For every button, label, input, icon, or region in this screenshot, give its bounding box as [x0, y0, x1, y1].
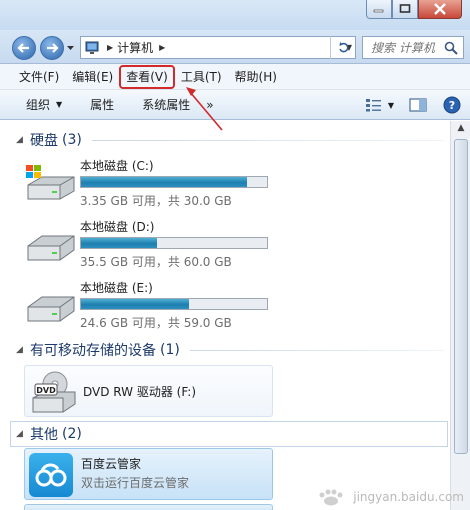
minimize-button[interactable]: [366, 0, 392, 19]
scroll-up-arrow-icon[interactable]: ▲: [454, 123, 468, 135]
refresh-button[interactable]: [330, 36, 356, 59]
computer-icon: [85, 41, 99, 54]
command-bar: 组织 ▼ 属性 系统属性 » ▼ ?: [0, 90, 470, 120]
drive-usage-fill: [81, 238, 158, 248]
view-list-icon: [365, 99, 381, 112]
group-count: (1): [160, 342, 180, 358]
content-pane: ◢ 硬盘 (3) 本地磁盘 (C:) 3.35 GB 可用，共 30.0 GB …: [0, 121, 450, 510]
drive-e[interactable]: 本地磁盘 (E:) 24.6 GB 可用，共 59.0 GB: [24, 279, 284, 337]
baidu-logo-icon: [319, 489, 343, 506]
properties-button[interactable]: 属性: [72, 94, 124, 116]
menu-help[interactable]: 帮助(H): [230, 67, 282, 87]
menu-view[interactable]: 查看(V): [119, 64, 175, 89]
watermark-text: jingyan.baidu.com: [353, 490, 464, 504]
help-button[interactable]: ?: [440, 94, 464, 116]
breadcrumb-chevron-icon[interactable]: ▶: [159, 43, 165, 52]
group-removable[interactable]: ◢ 有可移动存储的设备 (1): [0, 339, 450, 361]
collapse-icon[interactable]: ◢: [16, 345, 28, 355]
app-name: 百度云管家: [81, 457, 142, 471]
menu-edit[interactable]: 编辑(E): [67, 67, 118, 87]
organize-button[interactable]: 组织 ▼: [0, 94, 72, 116]
drive-usage-bar: [80, 176, 268, 188]
group-other[interactable]: ◢ 其他 (2): [0, 423, 450, 445]
close-button[interactable]: [418, 0, 462, 19]
baidu-cloud-icon: [29, 453, 73, 497]
group-title: 其他: [30, 427, 58, 443]
group-count: (3): [62, 132, 82, 148]
dvd-drive[interactable]: DVD DVD RW 驱动器 (F:): [24, 365, 273, 417]
back-button[interactable]: [12, 36, 36, 60]
drive-c[interactable]: 本地磁盘 (C:) 3.35 GB 可用，共 30.0 GB: [24, 157, 284, 215]
organize-dropdown-icon: ▼: [56, 100, 63, 109]
more-commands-button[interactable]: »: [200, 94, 223, 116]
group-title: 有可移动存储的设备: [30, 343, 156, 359]
drive-d[interactable]: 本地磁盘 (D:) 35.5 GB 可用，共 60.0 GB: [24, 218, 284, 276]
drive-name: 本地磁盘 (C:): [80, 159, 154, 173]
drive-free-space: 3.35 GB 可用，共 30.0 GB: [80, 194, 232, 208]
hard-drive-icon: [27, 296, 75, 322]
group-divider: [189, 349, 444, 351]
breadcrumb-separator-icon: ▶: [107, 43, 114, 52]
scrollbar-thumb[interactable]: [454, 139, 468, 454]
hard-drive-icon: [27, 235, 75, 261]
forward-button[interactable]: [40, 36, 64, 60]
drive-name: 本地磁盘 (D:): [80, 220, 155, 234]
collapse-icon[interactable]: ◢: [16, 429, 28, 439]
watermark: jingyan.baidu.com: [315, 488, 464, 506]
minimize-icon: [373, 9, 384, 13]
title-bar: [0, 0, 470, 30]
change-view-button[interactable]: [362, 94, 386, 116]
close-icon: [434, 3, 446, 15]
caption-buttons: [366, 0, 462, 19]
help-icon: ?: [443, 96, 461, 114]
collapse-icon[interactable]: ◢: [16, 135, 28, 145]
group-count: (2): [62, 426, 82, 442]
second-other-item[interactable]: [24, 504, 273, 510]
search-icon[interactable]: [444, 41, 458, 55]
drive-usage-bar: [80, 237, 268, 249]
preview-pane-button[interactable]: [406, 94, 430, 116]
maximize-button[interactable]: [392, 0, 418, 19]
drive-usage-fill: [81, 299, 189, 309]
dvd-drive-icon: DVD: [32, 371, 76, 413]
drive-usage-bar: [80, 298, 268, 310]
organize-label: 组织: [26, 98, 51, 112]
baidu-cloud-item[interactable]: 百度云管家 双击运行百度云管家: [24, 448, 273, 500]
view-dropdown-icon[interactable]: ▼: [388, 101, 394, 110]
drive-free-space: 24.6 GB 可用，共 59.0 GB: [80, 316, 232, 330]
drive-free-space: 35.5 GB 可用，共 60.0 GB: [80, 255, 232, 269]
search-input[interactable]: [371, 40, 449, 55]
preview-pane-icon: [409, 98, 427, 112]
menu-tools[interactable]: 工具(T): [176, 67, 227, 87]
group-hard-disks[interactable]: ◢ 硬盘 (3): [0, 129, 450, 151]
breadcrumb-computer[interactable]: 计算机: [117, 39, 153, 56]
svg-text:?: ?: [449, 99, 455, 112]
navigation-bar: ▶ 计算机 ▶ ▼: [0, 30, 470, 64]
cloud-logo-icon: [35, 463, 67, 487]
menu-bar: 文件(F) 编辑(E) 查看(V) 工具(T) 帮助(H): [0, 64, 470, 90]
recent-pages-dropdown-icon[interactable]: [67, 44, 74, 52]
drive-name: 本地磁盘 (E:): [80, 281, 153, 295]
drive-usage-fill: [81, 177, 247, 187]
address-bar[interactable]: ▶ 计算机 ▶ ▼: [80, 36, 356, 59]
dvd-logo-text: DVD: [36, 386, 56, 395]
view-controls: ▼ ?: [356, 94, 464, 116]
app-description: 双击运行百度云管家: [81, 476, 190, 490]
forward-arrow-icon: [47, 43, 59, 53]
group-divider: [91, 139, 444, 141]
back-arrow-icon: [17, 43, 29, 53]
menu-file[interactable]: 文件(F): [14, 67, 64, 87]
maximize-icon: [399, 4, 411, 13]
dvd-drive-name: DVD RW 驱动器 (F:): [83, 385, 197, 399]
group-title: 硬盘: [30, 133, 58, 149]
search-box[interactable]: [362, 36, 464, 59]
system-properties-button[interactable]: 系统属性: [124, 94, 200, 116]
windows-drive-icon: [26, 165, 75, 200]
refresh-icon: [338, 41, 349, 52]
vertical-scrollbar[interactable]: ▲: [450, 121, 470, 510]
